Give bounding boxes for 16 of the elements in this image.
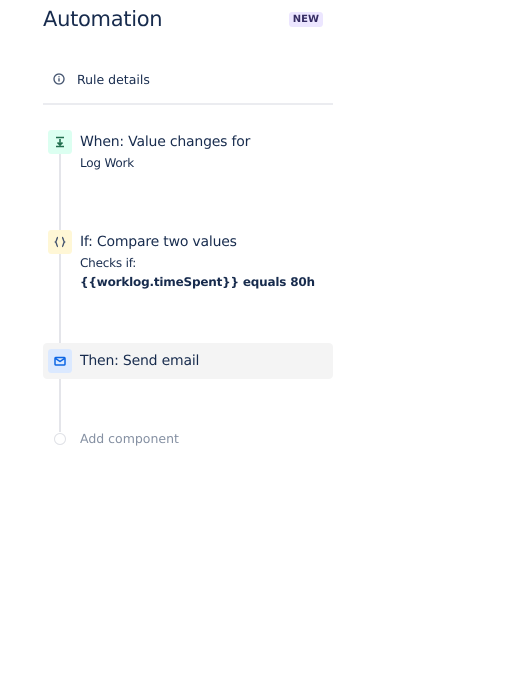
step-title: Then: Send email (80, 352, 200, 371)
new-badge: NEW (288, 12, 323, 26)
mail-icon (48, 349, 72, 373)
step-detail: Checks if: (80, 255, 138, 272)
step-detail: Log Work (80, 155, 136, 172)
step-title: If: Compare two values (80, 233, 238, 252)
step-title: When: Value changes for (80, 133, 250, 152)
page-title: Automation (43, 7, 162, 31)
rule-details-link[interactable]: Rule details (77, 72, 150, 86)
step-detail: {{worklog.timeSpent}} equals 80h (80, 274, 315, 291)
download-icon (48, 130, 72, 154)
braces-icon (48, 230, 72, 254)
info-icon (53, 73, 65, 85)
rule-step[interactable]: If: Compare two values Checks if: {{worklog.timeSpent}} equals 80h (43, 224, 333, 298)
rule-step[interactable]: Then: Send email (43, 343, 333, 379)
rule-step[interactable]: When: Value changes for Log Work (43, 124, 333, 179)
